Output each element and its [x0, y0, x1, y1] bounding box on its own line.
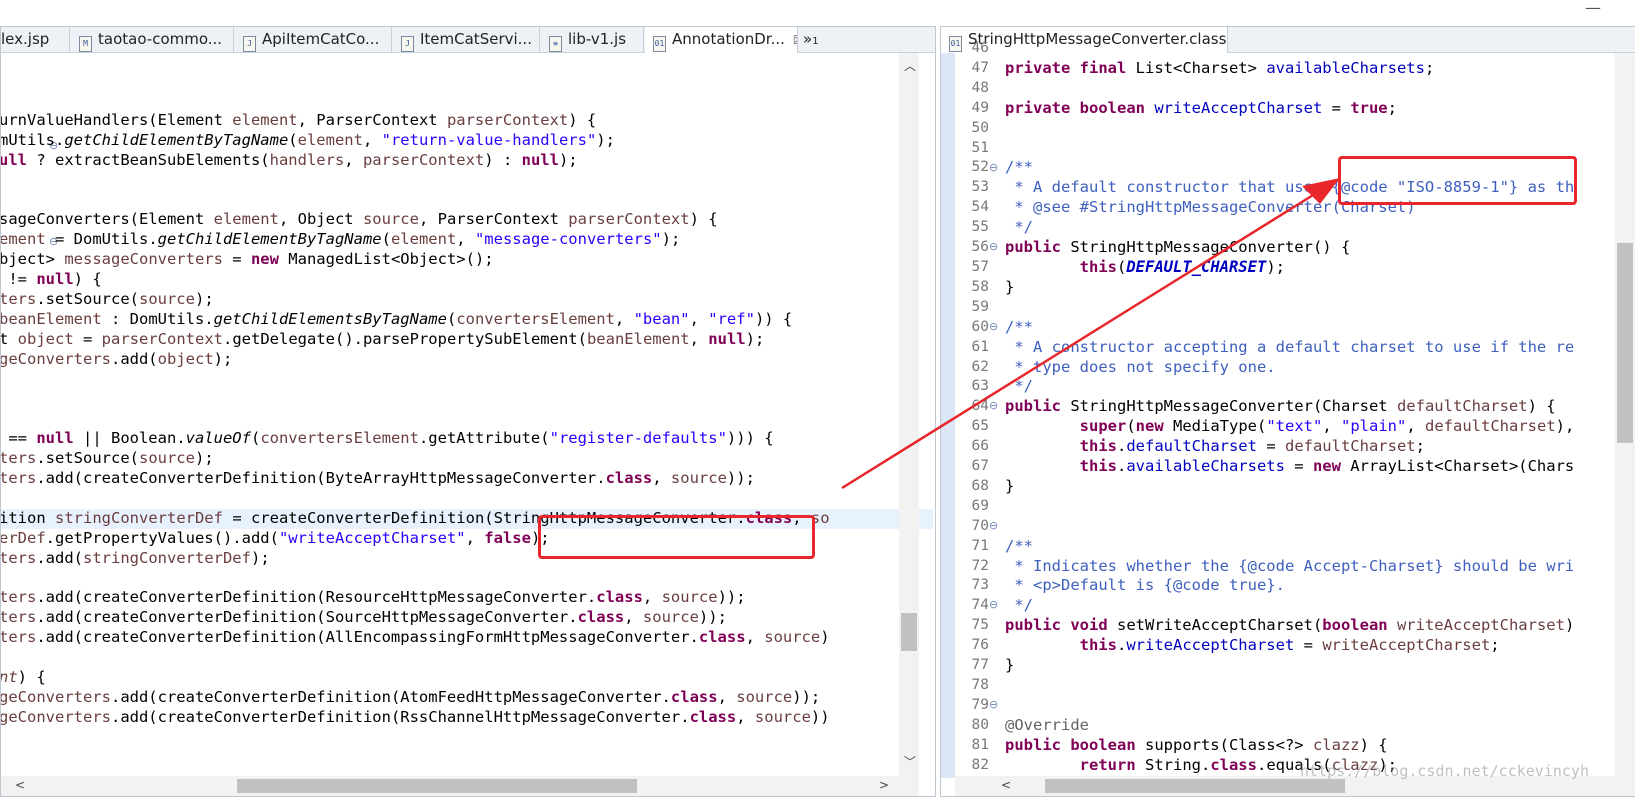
- arrow-line: [841, 190, 1319, 490]
- annotation-arrow: [841, 178, 1340, 490]
- watermark: https://blog.csdn.net/cckevincyh: [1300, 762, 1589, 780]
- arrow-head: [1302, 178, 1340, 204]
